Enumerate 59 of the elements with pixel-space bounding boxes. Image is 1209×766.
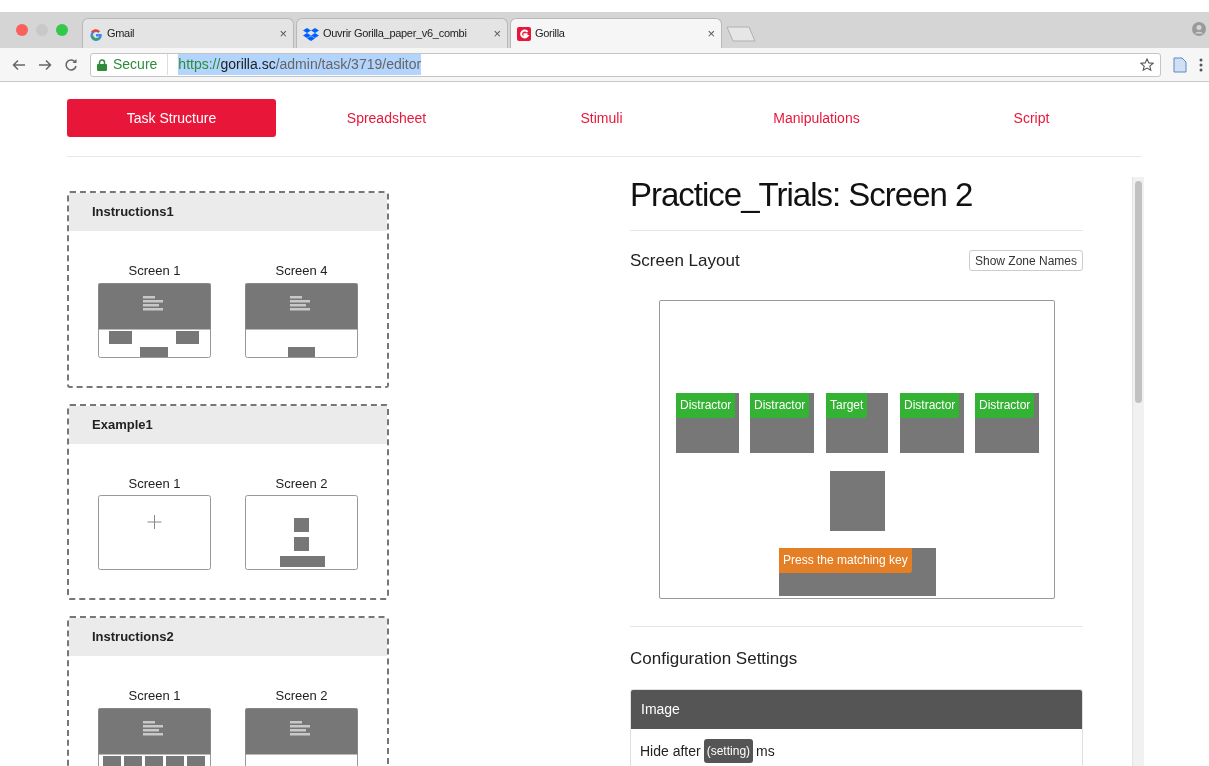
address-bar[interactable]: Secure https://gorilla.sc/admin/task/3719/editor	[90, 52, 1161, 77]
browser-tab[interactable]: Gmail ×	[82, 18, 294, 48]
back-icon	[12, 58, 26, 71]
nav-tab[interactable]: Manipulations	[712, 99, 921, 137]
star-icon	[1140, 57, 1154, 72]
forward-icon	[38, 58, 52, 71]
card-title: Instructions2	[69, 618, 387, 656]
screen-label: Screen 1	[128, 474, 181, 493]
setting-text: Hide after	[640, 741, 701, 761]
show-zone-names-button[interactable]: Show Zone Names	[968, 250, 1083, 272]
maximize-window-icon[interactable]	[56, 24, 68, 36]
g-logo-icon	[89, 26, 103, 41]
reload-icon	[64, 57, 78, 72]
zone-label: Press the matching key	[779, 547, 912, 573]
zone-label: Distractor	[750, 392, 810, 418]
card-title: Example1	[69, 405, 387, 444]
zone[interactable]	[830, 470, 885, 531]
panel-header: Image	[631, 690, 1082, 729]
gorilla-logo-icon	[517, 26, 531, 41]
task-card[interactable]: Instructions1 Screen 1 Screen 4	[67, 191, 389, 388]
zone-label: Distractor	[975, 392, 1035, 418]
document-icon	[1173, 56, 1187, 73]
close-tab-icon[interactable]: ×	[493, 23, 501, 44]
url-text: https://gorilla.sc/admin/task/3719/editor	[178, 54, 422, 75]
zone-label: Distractor	[900, 392, 960, 418]
setting-badge[interactable]: (setting)	[703, 739, 754, 763]
task-card[interactable]: Instructions2 Screen 1 Screen 2	[67, 616, 389, 766]
setting-text: ms	[756, 741, 775, 761]
task-card[interactable]: Example1 Screen 1 Screen 2	[67, 403, 389, 600]
browser-tab[interactable]: Ouvrir Gorilla_paper_v6_combi ×	[296, 18, 508, 48]
profile-icon	[1192, 22, 1206, 36]
screen-title: Practice_Trials: Screen 2	[630, 175, 974, 215]
zone-label: Target	[826, 392, 868, 418]
card-title: Instructions1	[69, 193, 387, 231]
section-heading: Screen Layout	[630, 250, 740, 272]
screen-label: Screen 2	[275, 687, 328, 705]
screen-label: Screen 1	[128, 262, 181, 280]
new-tab-button-icon	[726, 26, 756, 42]
nav-tab[interactable]: Spreadsheet	[282, 99, 491, 137]
secure-label: Secure	[113, 54, 169, 75]
nav-tab[interactable]: Stimuli	[497, 99, 706, 137]
section-heading: Configuration Settings	[630, 647, 799, 670]
menu-icon	[1199, 57, 1203, 72]
close-tab-icon[interactable]: ×	[707, 23, 715, 44]
browser-tab[interactable]: Gorilla ×	[510, 18, 722, 48]
zone-label: Distractor	[676, 392, 736, 418]
tab-title: Gorilla	[535, 26, 566, 42]
scrollbar-thumb[interactable]	[1135, 181, 1142, 403]
screen-label: Screen 2	[275, 474, 328, 493]
nav-tab[interactable]: Task Structure	[67, 99, 276, 137]
tab-title: Ouvrir Gorilla_paper_v6_combi	[323, 26, 468, 42]
screen-label: Screen 4	[275, 262, 328, 280]
nav-tab[interactable]: Script	[927, 99, 1136, 137]
screen-label: Screen 1	[128, 687, 181, 705]
close-tab-icon[interactable]: ×	[279, 23, 287, 44]
lock-icon	[97, 58, 107, 71]
close-window-icon[interactable]	[16, 24, 28, 36]
dropbox-icon	[303, 26, 319, 41]
tab-title: Gmail	[107, 26, 136, 42]
